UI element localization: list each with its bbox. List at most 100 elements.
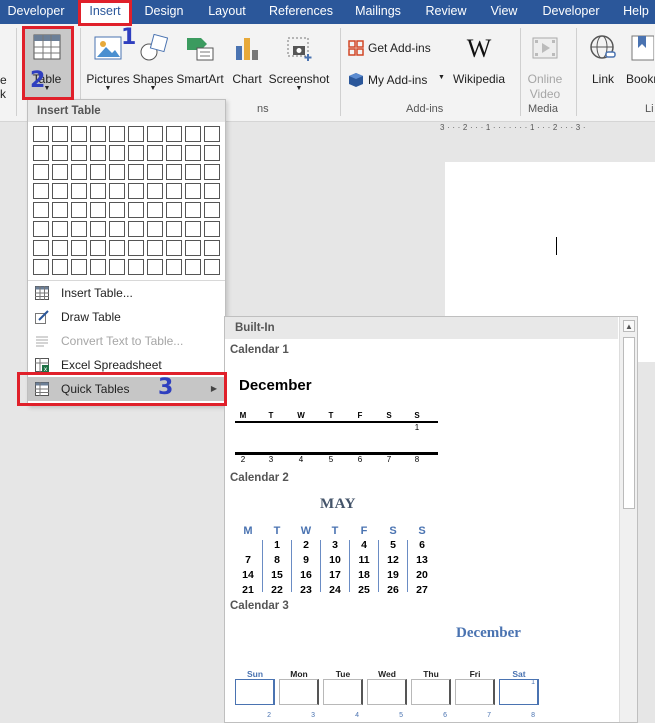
table-grid-cell[interactable] bbox=[166, 183, 182, 199]
table-grid-cell[interactable] bbox=[185, 164, 201, 180]
table-grid-cell[interactable] bbox=[90, 145, 106, 161]
screenshot-button[interactable]: Screenshot ▼ bbox=[268, 28, 330, 98]
tab-developer-2[interactable]: Developer bbox=[535, 0, 607, 24]
table-grid-cell[interactable] bbox=[128, 259, 144, 275]
menu-convert-text-to-table[interactable]: Convert Text to Table... bbox=[28, 329, 225, 353]
table-grid-cell[interactable] bbox=[128, 240, 144, 256]
table-grid-cell[interactable] bbox=[204, 183, 220, 199]
tab-layout[interactable]: Layout bbox=[200, 0, 254, 24]
table-grid-cell[interactable] bbox=[71, 202, 87, 218]
table-grid-cell[interactable] bbox=[90, 183, 106, 199]
table-grid-cell[interactable] bbox=[109, 183, 125, 199]
table-grid-cell[interactable] bbox=[185, 259, 201, 275]
table-grid-cell[interactable] bbox=[109, 145, 125, 161]
table-grid-cell[interactable] bbox=[185, 183, 201, 199]
table-grid-cell[interactable] bbox=[90, 221, 106, 237]
smartart-button[interactable]: SmartArt bbox=[174, 28, 226, 98]
my-addins-button[interactable]: My Add-ins ▼ bbox=[346, 70, 446, 90]
table-grid-cell[interactable] bbox=[33, 202, 49, 218]
table-grid-cell[interactable] bbox=[52, 126, 68, 142]
table-grid-cell[interactable] bbox=[109, 221, 125, 237]
bookmark-button[interactable]: Bookm bbox=[624, 28, 655, 98]
table-grid-cell[interactable] bbox=[147, 164, 163, 180]
table-grid-cell[interactable] bbox=[52, 183, 68, 199]
table-grid-cell[interactable] bbox=[166, 126, 182, 142]
table-grid-cell[interactable] bbox=[185, 221, 201, 237]
get-addins-button[interactable]: Get Add-ins bbox=[346, 38, 438, 58]
table-grid-cell[interactable] bbox=[204, 126, 220, 142]
table-grid-cell[interactable] bbox=[204, 145, 220, 161]
table-grid-cell[interactable] bbox=[166, 145, 182, 161]
online-video-button[interactable]: Online Video bbox=[522, 28, 568, 101]
tab-design[interactable]: Design bbox=[137, 0, 191, 24]
table-grid-cell[interactable] bbox=[71, 126, 87, 142]
table-grid-cell[interactable] bbox=[71, 164, 87, 180]
table-grid-cell[interactable] bbox=[109, 126, 125, 142]
table-grid-cell[interactable] bbox=[52, 221, 68, 237]
table-grid-cell[interactable] bbox=[71, 240, 87, 256]
table-grid-cell[interactable] bbox=[166, 259, 182, 275]
table-grid-cell[interactable] bbox=[52, 259, 68, 275]
table-grid-cell[interactable] bbox=[33, 221, 49, 237]
table-grid-cell[interactable] bbox=[109, 240, 125, 256]
table-grid-cell[interactable] bbox=[185, 240, 201, 256]
tab-help[interactable]: Help bbox=[614, 0, 655, 24]
menu-insert-table[interactable]: Insert Table... bbox=[28, 281, 225, 305]
scrollbar-thumb[interactable] bbox=[623, 337, 635, 509]
table-grid-cell[interactable] bbox=[33, 126, 49, 142]
table-grid-cell[interactable] bbox=[52, 164, 68, 180]
table-grid-cell[interactable] bbox=[204, 202, 220, 218]
menu-draw-table[interactable]: Draw Table bbox=[28, 305, 225, 329]
table-grid-cell[interactable] bbox=[204, 221, 220, 237]
table-grid-cell[interactable] bbox=[185, 126, 201, 142]
table-grid-cell[interactable] bbox=[33, 183, 49, 199]
table-grid-cell[interactable] bbox=[204, 259, 220, 275]
table-grid-cell[interactable] bbox=[185, 145, 201, 161]
table-grid-cell[interactable] bbox=[204, 164, 220, 180]
table-grid-cell[interactable] bbox=[128, 164, 144, 180]
table-grid-cell[interactable] bbox=[166, 202, 182, 218]
table-grid-cell[interactable] bbox=[90, 240, 106, 256]
link-button[interactable]: Link bbox=[582, 28, 624, 98]
table-grid-cell[interactable] bbox=[52, 240, 68, 256]
scroll-up-icon[interactable]: ▲ bbox=[623, 320, 635, 332]
table-grid-cell[interactable] bbox=[147, 202, 163, 218]
horizontal-ruler[interactable]: 3 · · · 2 · · · 1 · · · · · · · 1 · · · … bbox=[440, 123, 655, 135]
table-grid-cell[interactable] bbox=[147, 126, 163, 142]
chart-button[interactable]: Chart bbox=[226, 28, 268, 98]
table-grid-cell[interactable] bbox=[147, 240, 163, 256]
table-grid-cell[interactable] bbox=[128, 183, 144, 199]
table-grid-cell[interactable] bbox=[128, 221, 144, 237]
table-grid-cell[interactable] bbox=[147, 259, 163, 275]
table-grid-cell[interactable] bbox=[147, 145, 163, 161]
tab-view[interactable]: View bbox=[482, 0, 526, 24]
table-grid-cell[interactable] bbox=[166, 221, 182, 237]
table-grid-cell[interactable] bbox=[33, 259, 49, 275]
table-grid-cell[interactable] bbox=[33, 145, 49, 161]
table-grid-cell[interactable] bbox=[166, 240, 182, 256]
table-grid-cell[interactable] bbox=[109, 164, 125, 180]
menu-quick-tables[interactable]: Quick Tables ▶ bbox=[28, 377, 225, 401]
table-grid-cell[interactable] bbox=[128, 145, 144, 161]
table-grid-cell[interactable] bbox=[90, 202, 106, 218]
table-grid-cell[interactable] bbox=[90, 259, 106, 275]
table-grid-cell[interactable] bbox=[52, 202, 68, 218]
tab-review[interactable]: Review bbox=[420, 0, 472, 24]
table-grid-cell[interactable] bbox=[185, 202, 201, 218]
table-grid-cell[interactable] bbox=[109, 202, 125, 218]
table-grid-cell[interactable] bbox=[71, 145, 87, 161]
table-grid-cell[interactable] bbox=[52, 145, 68, 161]
menu-excel-spreadsheet[interactable]: x Excel Spreadsheet bbox=[28, 353, 225, 377]
wikipedia-button[interactable]: W Wikipedia bbox=[450, 28, 508, 98]
tab-references[interactable]: References bbox=[264, 0, 338, 24]
table-grid-cell[interactable] bbox=[147, 183, 163, 199]
tab-insert[interactable]: Insert bbox=[80, 0, 130, 24]
table-grid-cell[interactable] bbox=[128, 126, 144, 142]
table-grid-cell[interactable] bbox=[147, 221, 163, 237]
table-grid-cell[interactable] bbox=[33, 240, 49, 256]
tab-developer[interactable]: Developer bbox=[0, 0, 72, 24]
table-grid-cell[interactable] bbox=[71, 221, 87, 237]
gallery-scrollbar[interactable]: ▲ bbox=[619, 317, 637, 722]
shapes-button[interactable]: Shapes ▼ bbox=[132, 28, 174, 98]
table-grid-cell[interactable] bbox=[128, 202, 144, 218]
